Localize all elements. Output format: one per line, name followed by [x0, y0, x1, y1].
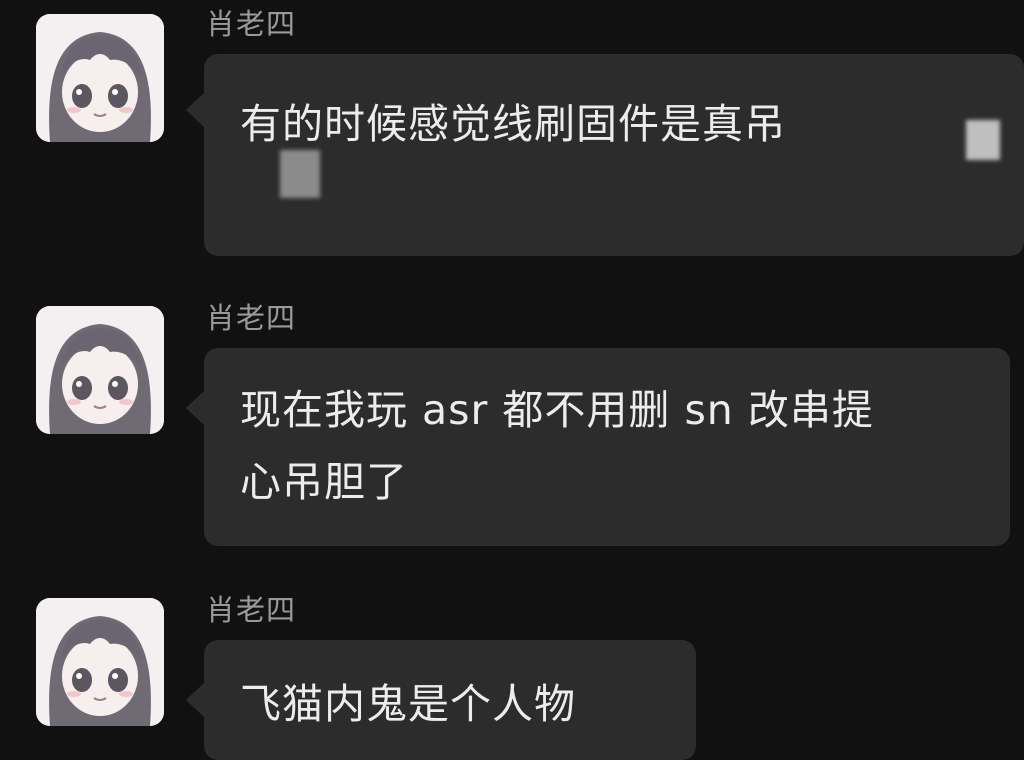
message-bubble[interactable]: 有的时候感觉线刷固件是真吊 — [204, 54, 1024, 256]
avatar[interactable] — [36, 14, 164, 142]
blurred-overlay — [280, 150, 320, 198]
sender-name: 肖老四 — [206, 7, 297, 41]
sender-name: 肖老四 — [206, 301, 297, 335]
avatar[interactable] — [36, 598, 164, 726]
chat-message: 肖老四 有的时候感觉线刷固件是真吊 — [0, 0, 1024, 260]
message-text: 有的时候感觉线刷固件是真吊 — [240, 100, 786, 148]
chat-message: 肖老四 现在我玩 asr 都不用删 sn 改串提 心吊胆了 — [0, 290, 1024, 550]
sender-name: 肖老四 — [206, 593, 297, 627]
bubble-tail — [186, 390, 205, 426]
avatar-image — [36, 306, 164, 434]
message-bubble[interactable]: 飞猫内鬼是个人物 — [204, 640, 696, 760]
avatar-image — [36, 14, 164, 142]
message-bubble[interactable]: 现在我玩 asr 都不用删 sn 改串提 心吊胆了 — [204, 348, 1010, 546]
blurred-overlay — [966, 120, 1000, 160]
avatar[interactable] — [36, 306, 164, 434]
bubble-tail — [186, 92, 205, 128]
message-text: 飞猫内鬼是个人物 — [240, 680, 576, 728]
bubble-tail — [186, 682, 205, 718]
message-text-line: 现在我玩 asr 都不用删 sn 改串提 — [240, 386, 874, 434]
avatar-image — [36, 598, 164, 726]
chat-message: 肖老四 飞猫内鬼是个人物 — [0, 582, 1024, 760]
message-text-line: 心吊胆了 — [240, 458, 408, 506]
